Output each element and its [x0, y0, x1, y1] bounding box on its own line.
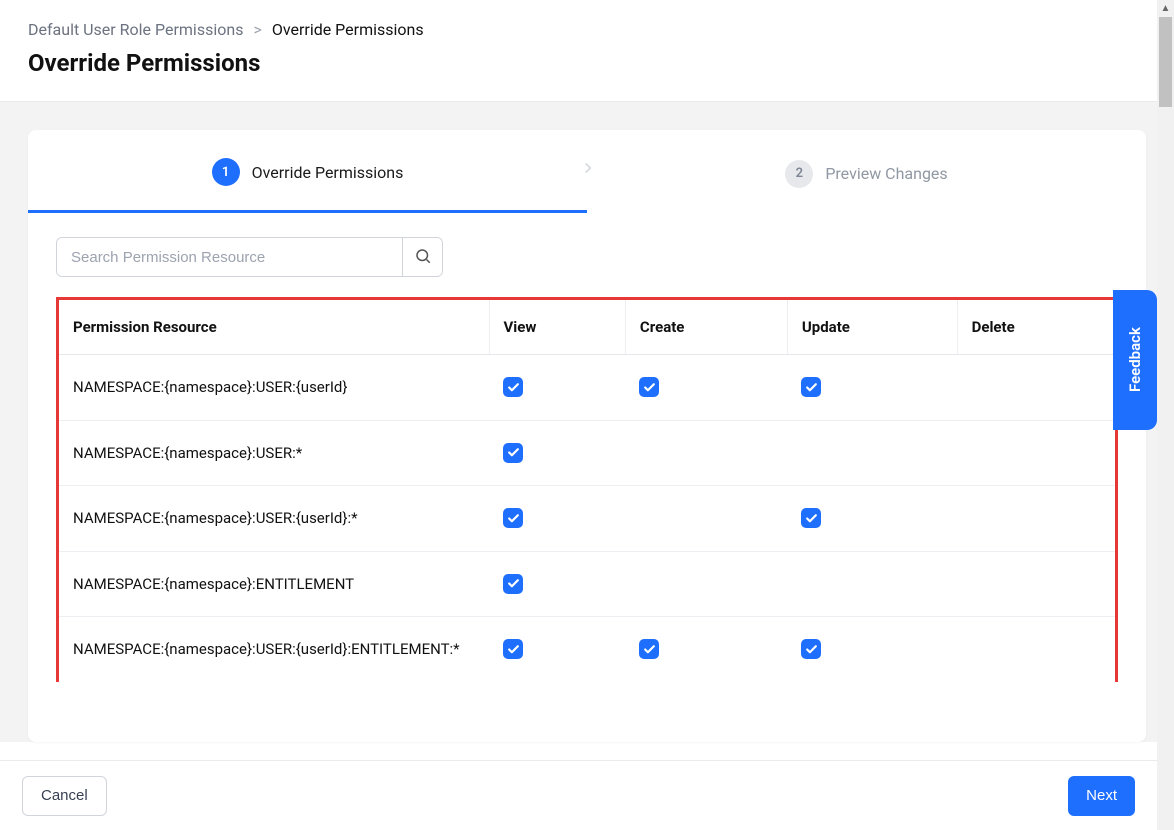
cell-delete [957, 486, 1115, 552]
search-icon [414, 247, 432, 268]
cell-update [787, 355, 957, 421]
checkbox-checked[interactable] [801, 377, 821, 397]
cell-resource: NAMESPACE:{namespace}:USER:{userId}:ENTI… [59, 617, 489, 682]
page-header: Default User Role Permissions > Override… [0, 0, 1174, 102]
checkbox-checked[interactable] [503, 639, 523, 659]
cell-create [625, 420, 787, 486]
search-row [28, 213, 1146, 297]
col-update: Update [787, 300, 957, 355]
checkbox-checked[interactable] [503, 443, 523, 463]
cell-delete [957, 420, 1115, 486]
cell-view [489, 551, 625, 617]
table-row: NAMESPACE:{namespace}:ENTITLEMENT [59, 551, 1115, 617]
table-row: NAMESPACE:{namespace}:USER:{userId} [59, 355, 1115, 421]
checkbox-checked[interactable] [639, 377, 659, 397]
cell-delete [957, 617, 1115, 682]
search-input[interactable] [57, 238, 402, 276]
step-label: Preview Changes [825, 164, 947, 183]
checkbox-checked[interactable] [801, 639, 821, 659]
wizard-stepper: 1 Override Permissions 2 Preview Changes [28, 130, 1146, 213]
checkbox-checked[interactable] [503, 574, 523, 594]
step-label: Override Permissions [252, 163, 404, 182]
cancel-button[interactable]: Cancel [22, 776, 107, 816]
cell-create [625, 355, 787, 421]
table-row: NAMESPACE:{namespace}:USER:{userId}:* [59, 486, 1115, 552]
table-header-row: Permission Resource View Create Update D… [59, 300, 1115, 355]
cell-resource: NAMESPACE:{namespace}:USER:{userId} [59, 355, 489, 421]
step-number: 1 [212, 158, 240, 186]
cell-delete [957, 355, 1115, 421]
cell-view [489, 355, 625, 421]
cell-create [625, 617, 787, 682]
col-create: Create [625, 300, 787, 355]
step-number: 2 [785, 160, 813, 188]
col-resource: Permission Resource [59, 300, 489, 355]
col-view: View [489, 300, 625, 355]
permissions-table-highlight: Permission Resource View Create Update D… [56, 297, 1118, 682]
chevron-right-icon: > [253, 20, 261, 39]
breadcrumb-current: Override Permissions [272, 20, 424, 39]
cell-update [787, 420, 957, 486]
next-button[interactable]: Next [1068, 776, 1135, 816]
cell-create [625, 551, 787, 617]
cell-resource: NAMESPACE:{namespace}:USER:* [59, 420, 489, 486]
breadcrumb: Default User Role Permissions > Override… [28, 20, 1146, 39]
table-row: NAMESPACE:{namespace}:USER:{userId}:ENTI… [59, 617, 1115, 682]
page-title: Override Permissions [28, 49, 1146, 77]
cell-resource: NAMESPACE:{namespace}:ENTITLEMENT [59, 551, 489, 617]
permissions-table: Permission Resource View Create Update D… [59, 300, 1115, 682]
search-button[interactable] [402, 238, 442, 276]
scrollbar[interactable]: ▲ [1157, 0, 1174, 830]
cell-view [489, 617, 625, 682]
checkbox-checked[interactable] [801, 508, 821, 528]
checkbox-checked[interactable] [503, 377, 523, 397]
cell-update [787, 551, 957, 617]
cell-update [787, 486, 957, 552]
wizard-card: 1 Override Permissions 2 Preview Changes [28, 130, 1146, 742]
content-area: 1 Override Permissions 2 Preview Changes [0, 102, 1174, 742]
wizard-footer: Cancel Next [0, 760, 1157, 830]
cell-view [489, 420, 625, 486]
col-delete: Delete [957, 300, 1115, 355]
search-wrap [56, 237, 443, 277]
cell-delete [957, 551, 1115, 617]
cell-update [787, 617, 957, 682]
scrollbar-thumb[interactable] [1159, 17, 1172, 107]
step-preview-changes[interactable]: 2 Preview Changes [587, 130, 1146, 213]
feedback-tab[interactable]: Feedback [1113, 290, 1157, 430]
table-row: NAMESPACE:{namespace}:USER:* [59, 420, 1115, 486]
checkbox-checked[interactable] [503, 508, 523, 528]
step-override-permissions[interactable]: 1 Override Permissions [28, 130, 587, 213]
breadcrumb-parent[interactable]: Default User Role Permissions [28, 20, 243, 39]
cell-resource: NAMESPACE:{namespace}:USER:{userId}:* [59, 486, 489, 552]
cell-create [625, 486, 787, 552]
cell-view [489, 486, 625, 552]
checkbox-checked[interactable] [639, 639, 659, 659]
scrollbar-arrow-up-icon[interactable]: ▲ [1157, 0, 1174, 17]
